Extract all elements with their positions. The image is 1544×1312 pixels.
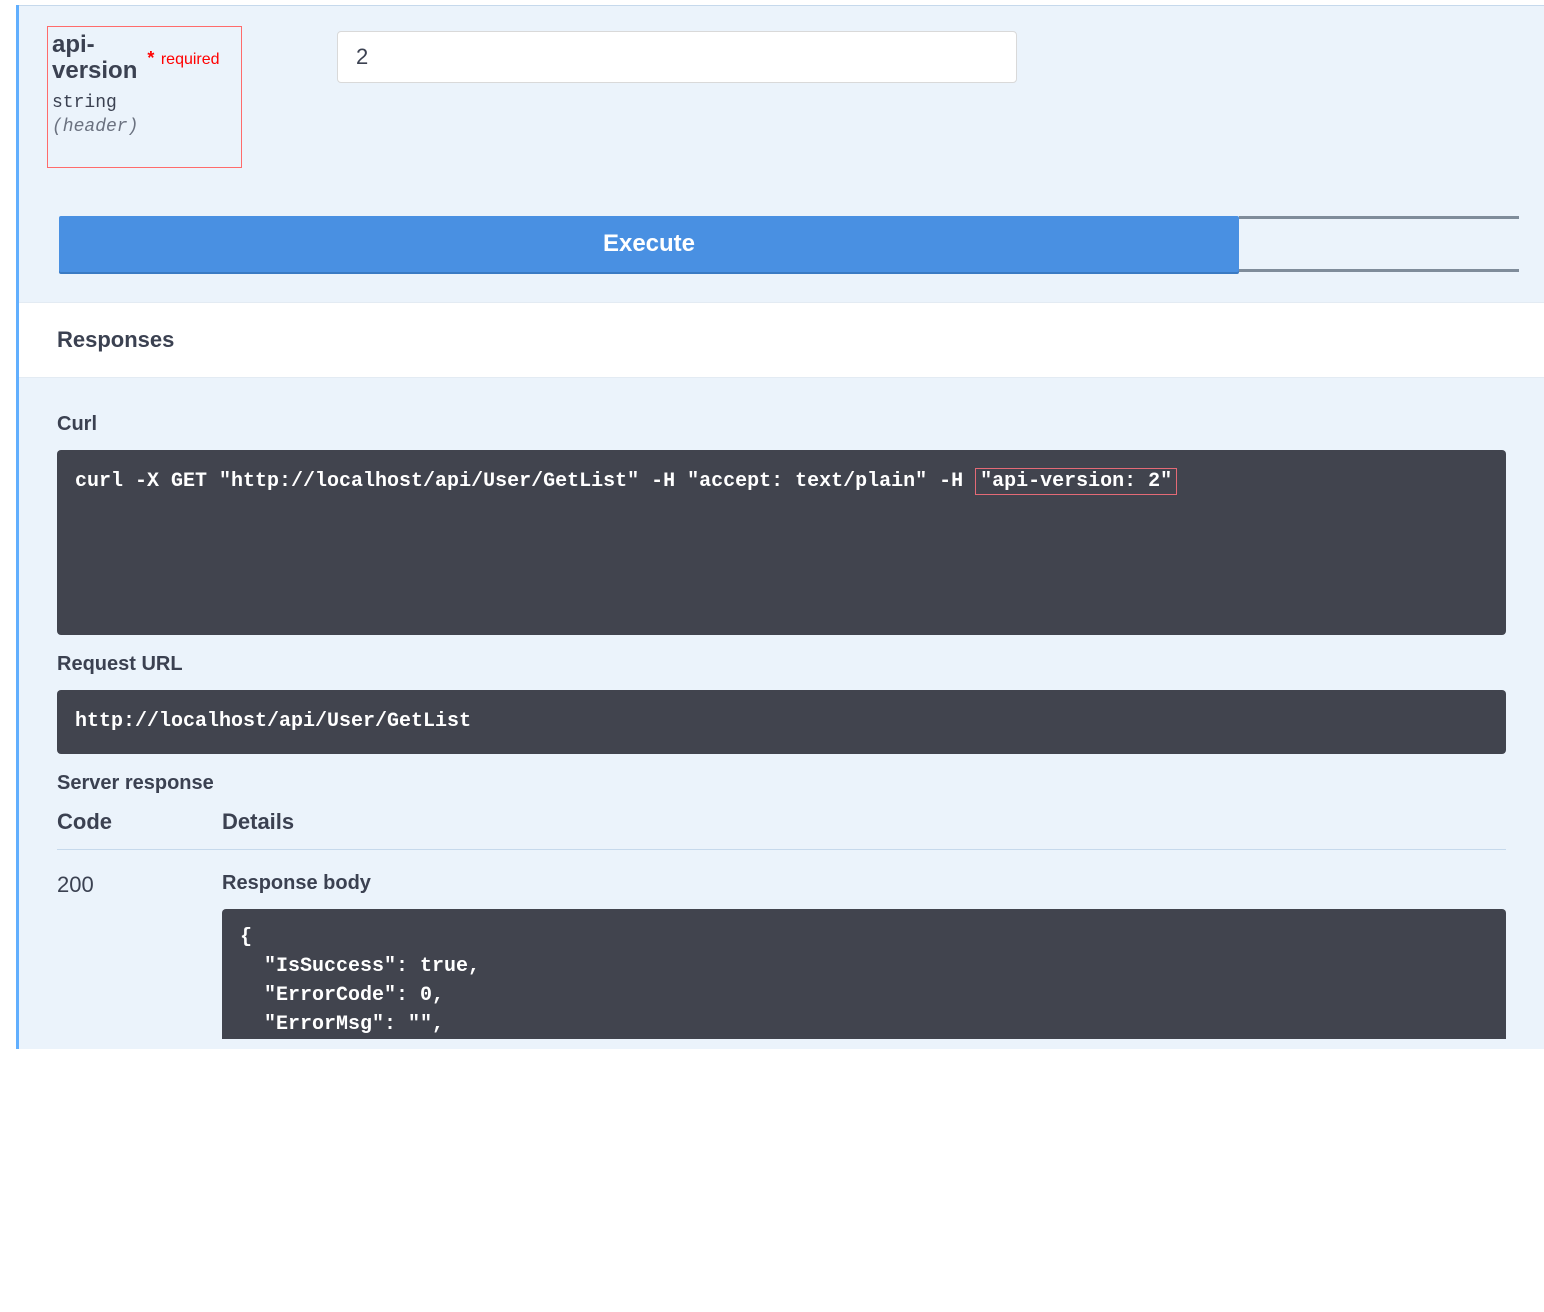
status-code: 200	[57, 872, 222, 1039]
clear-button[interactable]	[1239, 216, 1519, 272]
required-star: *	[147, 48, 154, 68]
execute-button[interactable]: Execute	[59, 216, 1239, 272]
server-response-label: Server response	[57, 772, 1506, 795]
col-details-header: Details	[222, 809, 1506, 835]
response-table-header: Code Details	[57, 809, 1506, 850]
response-row: 200 Response body { "IsSuccess": true, "…	[57, 872, 1506, 1039]
col-code-header: Code	[57, 809, 222, 835]
responses-body: Curl curl -X GET "http://localhost/api/U…	[19, 378, 1544, 1049]
curl-highlight: "api-version: 2"	[975, 468, 1177, 495]
param-highlight-box: api-version * required string (header)	[47, 26, 242, 168]
response-body-code[interactable]: { "IsSuccess": true, "ErrorCode": 0, "Er…	[222, 909, 1506, 1039]
request-url-label: Request URL	[57, 653, 1506, 676]
parameter-row: api-version * required string (header)	[57, 11, 1506, 168]
param-location: (header)	[52, 117, 237, 137]
response-table: Code Details 200 Response body { "IsSucc…	[57, 809, 1506, 1039]
response-body-label: Response body	[222, 872, 1506, 895]
param-input-wrap	[337, 31, 1017, 83]
curl-code[interactable]: curl -X GET "http://localhost/api/User/G…	[57, 450, 1506, 635]
api-version-input[interactable]	[337, 31, 1017, 83]
swagger-operation-panel: api-version * required string (header) E…	[16, 5, 1544, 1049]
action-buttons: Execute	[19, 186, 1544, 302]
parameters-section: api-version * required string (header)	[19, 5, 1544, 186]
parameter-info: api-version * required string (header)	[57, 31, 237, 168]
response-details: Response body { "IsSuccess": true, "Erro…	[222, 872, 1506, 1039]
responses-header: Responses	[19, 302, 1544, 378]
request-url-code[interactable]: http://localhost/api/User/GetList	[57, 690, 1506, 754]
param-type: string	[52, 93, 237, 113]
param-name: api-version	[52, 32, 137, 85]
curl-label: Curl	[57, 413, 1506, 436]
responses-title: Responses	[57, 327, 1506, 353]
required-label: required	[161, 51, 220, 68]
